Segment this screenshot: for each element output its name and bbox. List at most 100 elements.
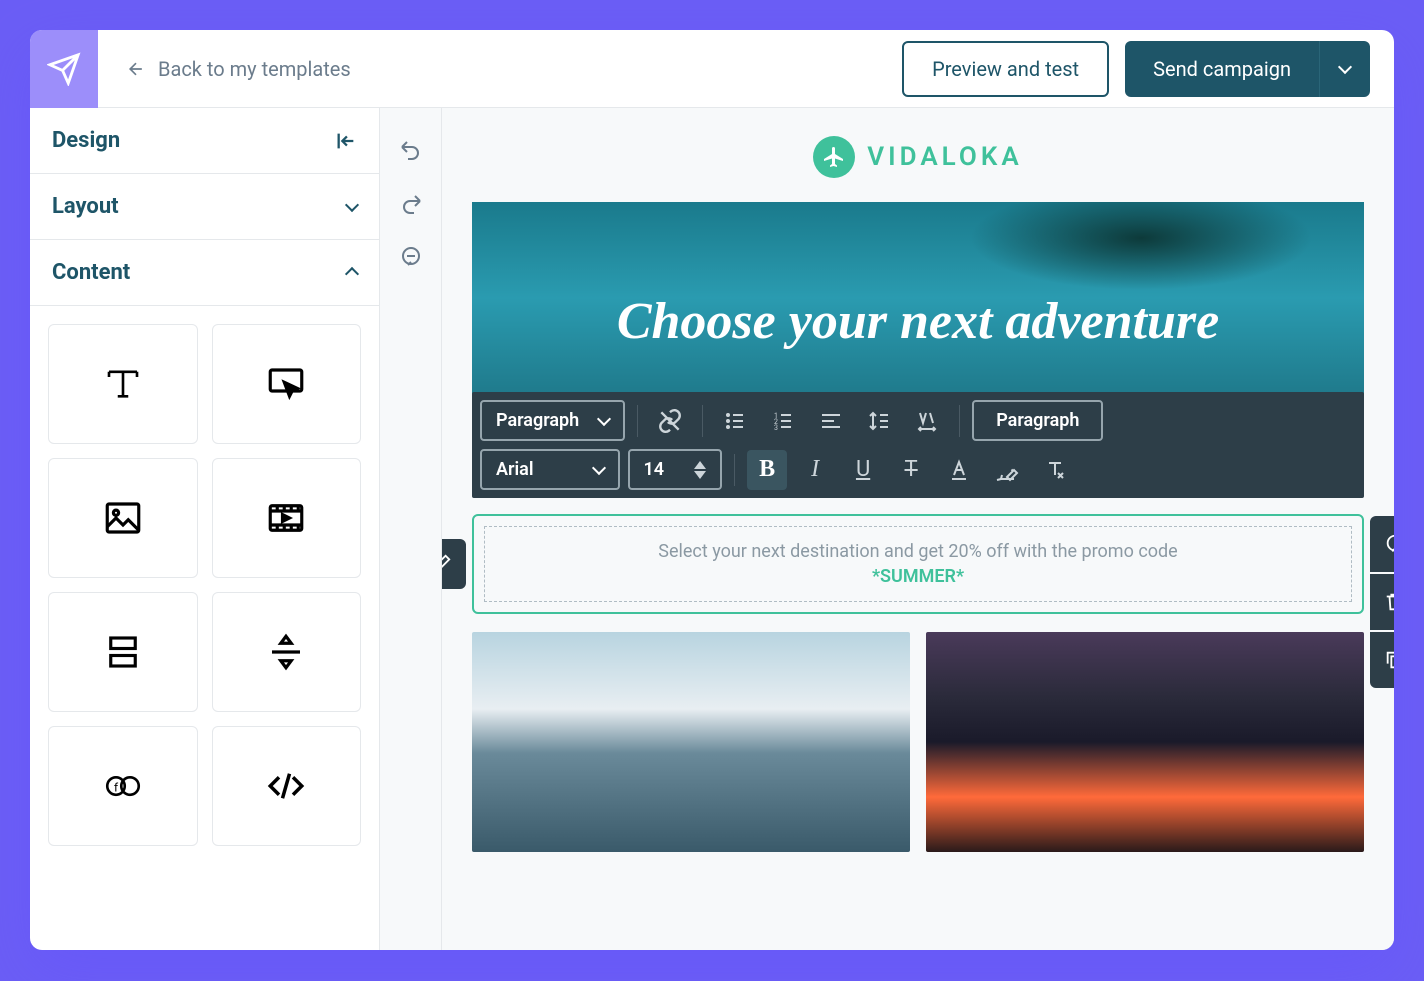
number-list-icon: 123	[771, 409, 795, 433]
paragraph-button[interactable]: Paragraph	[972, 400, 1103, 441]
social-icon: f	[102, 765, 144, 807]
text-color-icon	[947, 458, 971, 482]
chevron-up-icon	[345, 267, 359, 281]
app-logo[interactable]	[30, 30, 98, 108]
text-content[interactable]: Select your next destination and get 20%…	[484, 526, 1352, 602]
spacer-icon	[102, 631, 144, 673]
sidebar: Design Layout Content f	[30, 108, 380, 950]
unlink-button[interactable]	[650, 401, 690, 441]
block-duplicate-button[interactable]	[1370, 632, 1394, 688]
trash-icon	[1384, 591, 1394, 613]
align-left-icon	[819, 409, 843, 433]
strikethrough-icon: T	[905, 457, 918, 482]
stepper-arrows	[694, 461, 706, 479]
chevron-down-icon	[1338, 60, 1352, 74]
chevron-down-icon	[597, 412, 611, 426]
image-city[interactable]	[926, 632, 1364, 852]
svg-text:3: 3	[774, 424, 778, 432]
body: Design Layout Content f	[30, 108, 1394, 950]
chevron-down-icon	[591, 461, 605, 475]
number-list-button[interactable]: 123	[763, 401, 803, 441]
edit-block-button[interactable]	[442, 539, 466, 589]
undo-icon	[399, 137, 423, 161]
text-color-button[interactable]	[939, 450, 979, 490]
font-size-input[interactable]: 14	[628, 449, 723, 490]
font-size-value: 14	[644, 459, 665, 480]
block-delete-button[interactable]	[1370, 574, 1394, 630]
align-button[interactable]	[811, 401, 851, 441]
block-social[interactable]: f	[48, 726, 198, 846]
history-toolbar	[380, 108, 442, 950]
divider	[734, 454, 735, 486]
svg-text:f: f	[114, 780, 119, 794]
back-link-label: Back to my templates	[158, 57, 351, 81]
italic-button[interactable]: I	[795, 450, 835, 490]
line-height-icon	[867, 409, 891, 433]
underline-button[interactable]: U	[843, 450, 883, 490]
highlight-button[interactable]	[987, 450, 1027, 490]
bold-button[interactable]: B	[747, 450, 787, 490]
block-text[interactable]	[48, 324, 198, 444]
canvas: VIDALOKA Choose your next adventure Para…	[442, 108, 1394, 950]
text-icon	[102, 363, 144, 405]
app-frame: Back to my templates Preview and test Se…	[30, 30, 1394, 950]
block-button[interactable]	[212, 324, 362, 444]
block-comment-button[interactable]	[1370, 516, 1394, 572]
block-video[interactable]	[212, 458, 362, 578]
send-button-group: Send campaign	[1125, 41, 1370, 97]
header-actions: Preview and test Send campaign	[902, 41, 1394, 97]
style-select[interactable]: Paragraph	[480, 400, 625, 441]
line-height-button[interactable]	[859, 401, 899, 441]
bullet-list-button[interactable]	[715, 401, 755, 441]
paper-plane-icon	[47, 52, 81, 86]
highlight-icon	[995, 458, 1019, 482]
brand-row: VIDALOKA	[472, 126, 1364, 202]
panel-content[interactable]: Content	[30, 240, 379, 306]
promo-text: Select your next destination and get 20%…	[499, 541, 1337, 562]
video-icon	[265, 497, 307, 539]
letter-spacing-button[interactable]	[907, 401, 947, 441]
panel-layout-label: Layout	[52, 194, 119, 219]
unlink-icon	[657, 408, 683, 434]
strikethrough-button[interactable]: T	[891, 450, 931, 490]
undo-button[interactable]	[388, 126, 434, 172]
brand-name: VIDALOKA	[867, 142, 1022, 172]
image-glacier[interactable]	[472, 632, 910, 852]
style-select-value: Paragraph	[496, 410, 579, 431]
send-campaign-button[interactable]: Send campaign	[1125, 41, 1319, 97]
back-link[interactable]: Back to my templates	[98, 57, 902, 81]
divider	[702, 405, 703, 437]
copy-icon	[1384, 649, 1394, 671]
divider	[959, 405, 960, 437]
plane-icon	[822, 145, 846, 169]
panel-layout[interactable]: Layout	[30, 174, 379, 240]
block-image[interactable]	[48, 458, 198, 578]
block-side-tools	[1370, 516, 1394, 688]
preview-button[interactable]: Preview and test	[902, 41, 1109, 97]
comments-button[interactable]	[388, 234, 434, 280]
header: Back to my templates Preview and test Se…	[30, 30, 1394, 108]
bullet-list-icon	[723, 409, 747, 433]
promo-code: *SUMMER*	[499, 566, 1337, 587]
collapse-left-icon	[335, 130, 357, 152]
font-select[interactable]: Arial	[480, 449, 620, 490]
cursor-click-icon	[265, 363, 307, 405]
clear-format-button[interactable]	[1035, 450, 1075, 490]
clear-format-icon	[1043, 458, 1067, 482]
block-spacer[interactable]	[48, 592, 198, 712]
italic-icon: I	[811, 456, 819, 483]
redo-button[interactable]	[388, 180, 434, 226]
redo-icon	[399, 191, 423, 215]
panel-design[interactable]: Design	[30, 108, 379, 174]
send-dropdown-button[interactable]	[1319, 41, 1370, 97]
pencil-icon	[442, 553, 452, 575]
underline-icon: U	[856, 457, 870, 482]
selected-text-block[interactable]: Select your next destination and get 20%…	[472, 514, 1364, 614]
arrow-left-icon	[126, 59, 146, 79]
block-divider[interactable]	[212, 592, 362, 712]
block-html[interactable]	[212, 726, 362, 846]
comment-icon	[399, 245, 423, 269]
content-blocks-grid: f	[30, 306, 379, 864]
letter-spacing-icon	[914, 409, 940, 433]
text-editor-toolbar: Paragraph 123 Paragraph Arial 14	[472, 392, 1364, 498]
